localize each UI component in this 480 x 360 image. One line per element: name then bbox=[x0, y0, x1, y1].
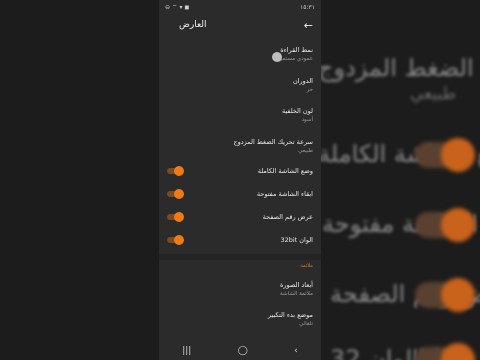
recents-icon[interactable]: ||| bbox=[182, 346, 191, 356]
toggle-label: ابقاء الشاشة مفتوحة bbox=[256, 190, 313, 198]
toggle-label: وضع الشاشة الكاملة bbox=[257, 167, 313, 175]
setting-value: تلقائي bbox=[299, 321, 313, 327]
section-divider bbox=[159, 254, 321, 260]
toggle-switch[interactable] bbox=[167, 212, 184, 222]
toggle-row-keep-screen-on[interactable]: ابقاء الشاشة مفتوحة bbox=[167, 188, 313, 200]
toggle-label: الوان 32bit bbox=[280, 236, 313, 244]
setting-value: أسود bbox=[301, 117, 313, 123]
setting-title: الدوران bbox=[292, 77, 313, 85]
toggle-row-32bit[interactable]: الوان 32bit bbox=[167, 234, 313, 246]
setting-value: طبيعي bbox=[298, 148, 313, 154]
setting-zoom-start[interactable]: موضع بدء التكبير تلقائي bbox=[167, 311, 313, 327]
setting-rotation[interactable]: الدوران حر bbox=[167, 77, 313, 93]
setting-background-color[interactable]: لون الخلفية أسود bbox=[167, 107, 313, 123]
phone-screen: ⊖ ⌔ ▾ ◼ ١٥:٣١ العارض ← نمط القراءة عمودي… bbox=[159, 0, 321, 360]
section-header-fit: ملائمة bbox=[300, 263, 313, 269]
system-nav-bar: ||| ◯ ‹ bbox=[159, 342, 321, 360]
setting-value: ملائمة الشاشة bbox=[280, 291, 313, 297]
touch-indicator bbox=[272, 52, 282, 62]
back-arrow-icon[interactable]: ← bbox=[304, 19, 313, 32]
toggle-label: عرض رقم الصفحة bbox=[262, 213, 313, 221]
page-title: العارض bbox=[179, 20, 207, 30]
bg-toggle-4 bbox=[415, 343, 475, 360]
bg-toggle-1 bbox=[415, 138, 475, 172]
status-bar: ⊖ ⌔ ▾ ◼ ١٥:٣١ bbox=[159, 0, 321, 14]
setting-title: لون الخلفية bbox=[281, 107, 313, 115]
status-icons: ⊖ ⌔ ▾ ◼ bbox=[165, 4, 190, 11]
bg-toggle-2 bbox=[415, 208, 475, 242]
bg-toggle-3 bbox=[415, 278, 475, 312]
toggle-row-page-number[interactable]: عرض رقم الصفحة bbox=[167, 211, 313, 223]
nav-back-icon[interactable]: ‹ bbox=[294, 346, 298, 356]
setting-double-tap-speed[interactable]: سرعة تحريك الضغط المزدوج طبيعي bbox=[167, 138, 313, 154]
toggle-row-fullscreen[interactable]: وضع الشاشة الكاملة bbox=[167, 165, 313, 177]
app-bar: العارض ← bbox=[159, 14, 321, 36]
setting-image-scale[interactable]: أبعاد الصورة ملائمة الشاشة bbox=[167, 281, 313, 297]
setting-title: سرعة تحريك الضغط المزدوج bbox=[233, 138, 313, 146]
setting-title: نمط القراءة bbox=[280, 46, 313, 54]
home-icon[interactable]: ◯ bbox=[238, 346, 248, 356]
setting-title: أبعاد الصورة bbox=[279, 281, 313, 289]
setting-value: حر bbox=[306, 87, 313, 93]
toggle-switch[interactable] bbox=[167, 189, 184, 199]
toggle-switch[interactable] bbox=[167, 235, 184, 245]
toggle-switch[interactable] bbox=[167, 166, 184, 176]
status-time: ١٥:٣١ bbox=[300, 3, 315, 11]
bg-text-double-tap: ك الضغط المزدوج bbox=[318, 54, 480, 82]
setting-title: موضع بدء التكبير bbox=[267, 311, 313, 319]
bg-text-normal: طبيعي bbox=[410, 84, 457, 104]
setting-value: عمودي مستمر bbox=[279, 56, 313, 62]
setting-reading-mode[interactable]: نمط القراءة عمودي مستمر bbox=[167, 46, 313, 62]
